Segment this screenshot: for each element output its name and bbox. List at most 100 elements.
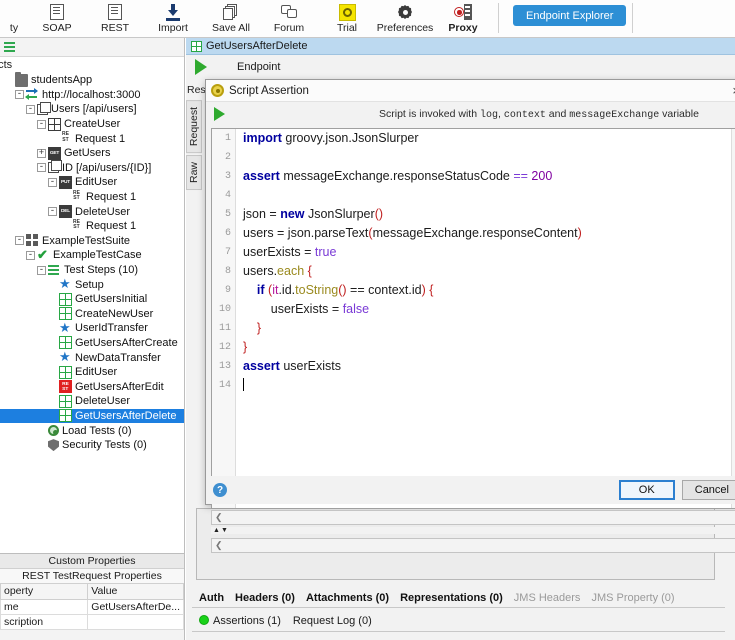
- tree-item-id-api-users-id[interactable]: - ID [/api/users/{ID}]: [0, 160, 184, 176]
- tree-item-setup[interactable]: ★ Setup: [0, 277, 184, 292]
- tree-item-createuser[interactable]: - CreateUser: [0, 117, 184, 132]
- toolbar-separator: [632, 3, 634, 33]
- response-tab-label[interactable]: Res: [187, 84, 206, 96]
- code-line[interactable]: import groovy.json.JsonSlurper: [243, 129, 730, 148]
- tree-toggle-icon[interactable]: -: [37, 119, 46, 129]
- tree-toggle-icon[interactable]: -: [37, 163, 46, 173]
- line-number: 6: [224, 228, 231, 239]
- code-line[interactable]: }: [243, 319, 730, 338]
- tree-item-edituser[interactable]: - PUT EditUser: [0, 175, 184, 190]
- toolbar-item-import[interactable]: Import: [144, 0, 202, 38]
- script-editor[interactable]: 1 2 3 4 5 6 7 8 9 10 11 12 13 14 import groovy.json.J…: [211, 128, 735, 509]
- code-line[interactable]: userExists = true: [243, 243, 730, 262]
- tree-item-getusersinitial[interactable]: GetUsersInitial: [0, 292, 184, 307]
- editor-vertical-scrollbar[interactable]: ▲: [731, 129, 735, 508]
- line-number: 13: [218, 361, 231, 372]
- tree-item-load-tests-0[interactable]: Load Tests (0): [0, 423, 184, 438]
- tree-lines-icon[interactable]: [4, 41, 15, 53]
- tree-item-deleteuser[interactable]: DeleteUser: [0, 394, 184, 409]
- run-request-icon[interactable]: [195, 59, 207, 75]
- tree-toggle-icon[interactable]: -: [15, 236, 24, 246]
- run-script-icon[interactable]: [214, 107, 225, 121]
- tree-item-users-api-users[interactable]: - Users [/api/users]: [0, 101, 184, 117]
- toolbar-item-save-all[interactable]: Save All: [202, 0, 260, 38]
- property-value[interactable]: [87, 613, 184, 630]
- tree-item-deleteuser[interactable]: - DEL DeleteUser: [0, 204, 184, 219]
- tree-item-createnewuser[interactable]: CreateNewUser: [0, 307, 184, 322]
- tab-representations[interactable]: Representations (0): [400, 592, 503, 604]
- tree-toggle-icon[interactable]: -: [48, 177, 57, 187]
- code-line[interactable]: if (it.id.toString() == context.id) {: [243, 281, 730, 300]
- tab-custom-properties[interactable]: Custom Properties: [0, 554, 184, 569]
- code-line[interactable]: assert userExists: [243, 357, 730, 376]
- project-tree[interactable]: studentsApp - http://localhost:3000- Users …: [0, 71, 184, 453]
- splitter-up-icon[interactable]: ▲: [213, 527, 220, 534]
- tree-toggle-icon[interactable]: -: [26, 250, 35, 260]
- tree-item-getusersafterdelete[interactable]: GetUsersAfterDelete: [0, 408, 184, 424]
- splitter-down-icon[interactable]: ▼: [221, 527, 228, 534]
- tab-attachments[interactable]: Attachments (0): [306, 592, 389, 604]
- vtab-raw[interactable]: Raw: [186, 155, 202, 191]
- close-icon[interactable]: ×: [728, 83, 735, 98]
- tree-item-request-1[interactable]: RE ST Request 1: [0, 190, 184, 205]
- tab-request-log[interactable]: Request Log (0): [293, 615, 372, 627]
- toolbar-item-trial[interactable]: Trial: [318, 0, 376, 38]
- code-line[interactable]: users = json.parseText(messageExchange.r…: [243, 224, 730, 243]
- tree-item-security-tests-0[interactable]: Security Tests (0): [0, 438, 184, 453]
- toolbar-item-forum[interactable]: Forum: [260, 0, 318, 38]
- code-line[interactable]: json = new JsonSlurper(): [243, 205, 730, 224]
- toolbar-item-soap[interactable]: SOAP: [28, 0, 86, 38]
- scroll-left-icon[interactable]: ❮: [215, 540, 223, 551]
- code-line[interactable]: [243, 186, 730, 205]
- tree-toggle-icon[interactable]: -: [15, 90, 24, 100]
- toolbar-item-empty[interactable]: ty: [0, 0, 28, 38]
- tree-toggle-icon[interactable]: +: [37, 148, 46, 158]
- tree-item-request-1[interactable]: RE ST Request 1: [0, 219, 184, 234]
- tree-toggle-icon[interactable]: -: [37, 265, 46, 275]
- code-line[interactable]: userExists = false: [243, 300, 730, 319]
- tab-jms-property[interactable]: JMS Property (0): [591, 592, 674, 604]
- code-line[interactable]: [243, 148, 730, 167]
- tree-item-exampletestsuite[interactable]: - ExampleTestSuite: [0, 234, 184, 249]
- endpoint-explorer-button[interactable]: Endpoint Explorer: [513, 5, 627, 26]
- tab-headers[interactable]: Headers (0): [235, 592, 295, 604]
- code-line[interactable]: }: [243, 338, 730, 357]
- code-line[interactable]: users.each {: [243, 262, 730, 281]
- vtab-request[interactable]: Request: [186, 100, 202, 154]
- tree-item-http-localhost-3000[interactable]: - http://localhost:3000: [0, 88, 184, 103]
- property-value[interactable]: GetUsersAfterDe...: [87, 598, 184, 615]
- tree-item-newdatatransfer[interactable]: ★ NewDataTransfer: [0, 350, 184, 365]
- tree-toggle-icon[interactable]: -: [26, 104, 35, 114]
- dialog-splitter[interactable]: ▲ ▼: [211, 527, 735, 534]
- script-code-area[interactable]: import groovy.json.JsonSlurper assert mes…: [237, 129, 730, 508]
- tab-assertions[interactable]: Assertions (1): [199, 614, 281, 627]
- tree-item-test-steps-10[interactable]: - Test Steps (10): [0, 263, 184, 278]
- tree-item-getusers[interactable]: + GET GetUsers: [0, 146, 184, 161]
- table-row[interactable]: scription: [0, 613, 184, 630]
- tree-item-getusersaftercreate[interactable]: GetUsersAfterCreate: [0, 336, 184, 351]
- tree-item-label: EditUser: [75, 366, 118, 379]
- tab-jms-headers[interactable]: JMS Headers: [514, 592, 581, 604]
- cancel-button[interactable]: Cancel: [681, 480, 735, 500]
- tree-toggle-icon[interactable]: -: [48, 207, 57, 217]
- tab-auth[interactable]: Auth: [199, 592, 224, 604]
- toolbar-item-rest[interactable]: REST: [86, 0, 144, 38]
- toolbar-label: Forum: [273, 22, 305, 34]
- code-line[interactable]: [243, 376, 730, 395]
- table-row[interactable]: me GetUsersAfterDe...: [0, 598, 184, 615]
- tree-item-request-1[interactable]: RE ST Request 1: [0, 131, 184, 146]
- scroll-left-icon[interactable]: ❮: [215, 512, 223, 523]
- tree-item-studentsapp[interactable]: studentsApp: [0, 71, 184, 88]
- tree-item-exampletestcase[interactable]: - ✔ ExampleTestCase: [0, 248, 184, 263]
- help-icon[interactable]: ?: [213, 483, 227, 497]
- tree-item-getusersafteredit[interactable]: RE ST GetUsersAfterEdit: [0, 379, 184, 394]
- output-horizontal-scrollbar[interactable]: ❮ ❯: [211, 538, 735, 553]
- tree-item-useridtransfer[interactable]: ★ UserIdTransfer: [0, 321, 184, 336]
- toolbar-item-proxy[interactable]: Proxy: [434, 0, 492, 38]
- tab-rest-testrequest-properties[interactable]: REST TestRequest Properties: [0, 569, 184, 584]
- editor-horizontal-scrollbar[interactable]: ❮ ❯: [211, 510, 735, 525]
- toolbar-item-preferences[interactable]: Preferences: [376, 0, 434, 38]
- ok-button[interactable]: OK: [618, 480, 675, 500]
- code-line[interactable]: assert messageExchange.responseStatusCod…: [243, 167, 730, 186]
- tree-item-edituser[interactable]: EditUser: [0, 365, 184, 380]
